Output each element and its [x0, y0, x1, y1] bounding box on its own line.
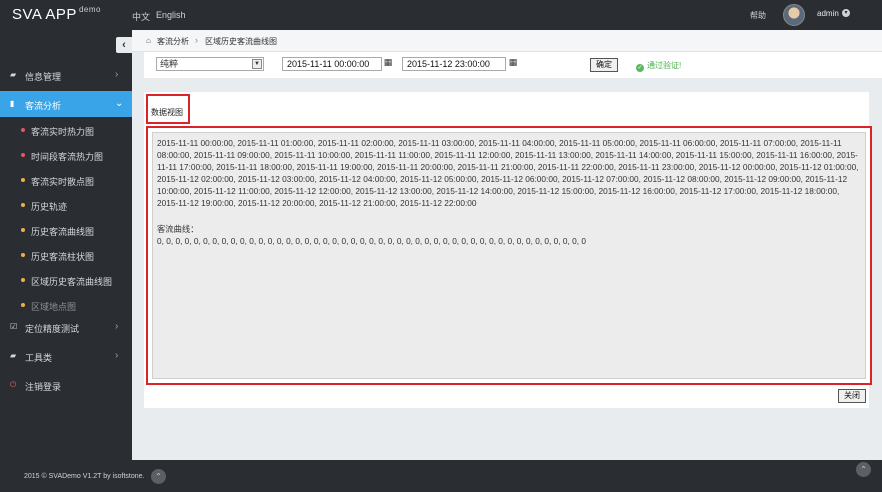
sub-item-label: 客流实时散点图 [31, 177, 95, 187]
check-square-icon: ☑ [10, 322, 18, 331]
area-select[interactable]: 纯粹 ▼ [156, 57, 264, 71]
bullet-dot-icon [21, 203, 25, 207]
filter-bar: 纯粹 ▼ 2015-11-11 00:00:00 ▦ 2015-11-12 23… [144, 52, 882, 78]
bullet-dot-icon [21, 303, 25, 307]
data-view-panel: 数据视图 2015-11-11 00:00:00, 2015-11-11 01:… [144, 92, 872, 408]
bullet-dot-icon [21, 178, 25, 182]
lang-chinese-link[interactable]: 中文 [132, 10, 150, 23]
sub-item-realtime-scatter[interactable]: 客流实时散点图 [0, 168, 132, 193]
sub-item-realtime-heatmap[interactable]: 客流实时热力图 [0, 118, 132, 143]
sidebar-item-info-management[interactable]: ▰ 信息管理 › [0, 62, 132, 88]
chevron-right-icon: › [115, 69, 119, 80]
main-content: ⌂ 客流分析 › 区域历史客流曲线图 纯粹 ▼ 2015-11-11 00:00… [132, 30, 882, 460]
tab-data-view[interactable]: 数据视图 [146, 94, 190, 124]
chevron-right-icon: › [115, 321, 119, 332]
close-button[interactable]: 关闭 [838, 389, 866, 403]
sidebar-item-positioning-test[interactable]: ☑ 定位精度测试 › [0, 314, 132, 340]
verify-status: ✓ 通过验证! [636, 60, 681, 72]
top-bar: SVA APP demo 中文 English 帮助 admin ▾ [0, 0, 882, 30]
scroll-top-icon[interactable]: ⌃ [856, 462, 871, 477]
bullet-dot-icon [21, 153, 25, 157]
app-logo[interactable]: SVA APP demo [12, 5, 101, 23]
footer-text: 2015 © SVADemo V1.2T by isoftstone. [24, 473, 145, 480]
home-icon[interactable]: ⌂ [146, 36, 151, 45]
start-time-input[interactable]: 2015-11-11 00:00:00 [282, 57, 382, 71]
sub-item-label: 历史客流柱状图 [31, 252, 95, 262]
book-icon: ▰ [10, 70, 17, 79]
sub-item-label: 历史客流曲线图 [31, 227, 95, 237]
sidebar-collapse-button[interactable]: ‹ [116, 37, 132, 53]
curve-label: 客流曲线： [157, 224, 199, 234]
sub-item-area-history-curve[interactable]: 区域历史客流曲线图 [0, 268, 132, 293]
bar-chart-icon: ▮ [10, 99, 15, 108]
lang-english-link[interactable]: English [156, 10, 186, 20]
confirm-button[interactable]: 确定 [590, 58, 618, 72]
data-view-textarea[interactable]: 2015-11-11 00:00:00, 2015-11-11 01:00:00… [152, 132, 866, 379]
calendar-icon[interactable]: ▦ [507, 56, 519, 68]
breadcrumb-level2: 区域历史客流曲线图 [205, 37, 277, 46]
user-name[interactable]: admin [817, 9, 839, 18]
sub-item-label: 区域历史客流曲线图 [31, 277, 113, 287]
sub-item-history-bar[interactable]: 历史客流柱状图 [0, 243, 132, 268]
area-select-value: 纯粹 [160, 59, 179, 69]
verify-text: 通过验证! [647, 61, 682, 70]
chevron-up-icon[interactable]: ⌃ [151, 469, 166, 484]
help-link[interactable]: 帮助 [750, 10, 766, 21]
time-list: 2015-11-11 00:00:00, 2015-11-11 01:00:00… [157, 138, 859, 208]
calendar-icon[interactable]: ▦ [382, 56, 394, 68]
sub-item-period-heatmap[interactable]: 时间段客流热力图 [0, 143, 132, 168]
end-time-input[interactable]: 2015-11-12 23:00:00 [402, 57, 506, 71]
sub-item-label: 区域地点图 [31, 302, 77, 312]
sidebar: ‹ ▰ 信息管理 › ▮ 客流分析 ⌄ 客流实时热力图 时间段客流热力图 客流实… [0, 30, 132, 460]
sub-item-label: 时间段客流热力图 [31, 152, 104, 162]
sidebar-item-label: 工具类 [25, 353, 53, 363]
sidebar-item-label: 客流分析 [25, 101, 62, 111]
folder-icon: ▰ [10, 351, 17, 360]
bullet-dot-icon [21, 128, 25, 132]
sidebar-item-tools[interactable]: ▰ 工具类 › [0, 343, 132, 369]
logo-suffix: demo [78, 5, 101, 14]
breadcrumb: ⌂ 客流分析 › 区域历史客流曲线图 [132, 30, 882, 52]
bullet-dot-icon [21, 278, 25, 282]
sub-item-history-curve[interactable]: 历史客流曲线图 [0, 218, 132, 243]
sidebar-item-label: 定位精度测试 [25, 324, 80, 334]
sidebar-item-label: 注销登录 [25, 382, 62, 392]
check-circle-icon: ✓ [636, 64, 644, 72]
sidebar-item-label: 信息管理 [25, 72, 62, 82]
logo-text: SVA APP [12, 6, 77, 23]
chevron-down-icon[interactable]: ▾ [842, 9, 850, 17]
chevron-right-icon: › [115, 350, 119, 361]
bullet-dot-icon [21, 228, 25, 232]
sub-item-label: 客流实时热力图 [31, 127, 95, 137]
sub-item-label: 历史轨迹 [31, 202, 68, 212]
bullet-dot-icon [21, 253, 25, 257]
sidebar-item-traffic-analysis[interactable]: ▮ 客流分析 ⌄ [0, 91, 132, 117]
power-icon: ⏻ [10, 380, 17, 389]
chevron-down-icon: ⌄ [115, 98, 124, 109]
dropdown-arrow-icon[interactable]: ▼ [252, 59, 262, 69]
curve-values: 0, 0, 0, 0, 0, 0, 0, 0, 0, 0, 0, 0, 0, 0… [157, 236, 586, 246]
sidebar-item-logout[interactable]: ⏻ 注销登录 [0, 372, 132, 398]
chevron-right-icon: › [195, 35, 198, 45]
avatar[interactable] [783, 4, 805, 26]
data-view-box: 2015-11-11 00:00:00, 2015-11-11 01:00:00… [146, 126, 872, 385]
breadcrumb-level1[interactable]: 客流分析 [157, 36, 189, 47]
sub-item-history-track[interactable]: 历史轨迹 [0, 193, 132, 218]
